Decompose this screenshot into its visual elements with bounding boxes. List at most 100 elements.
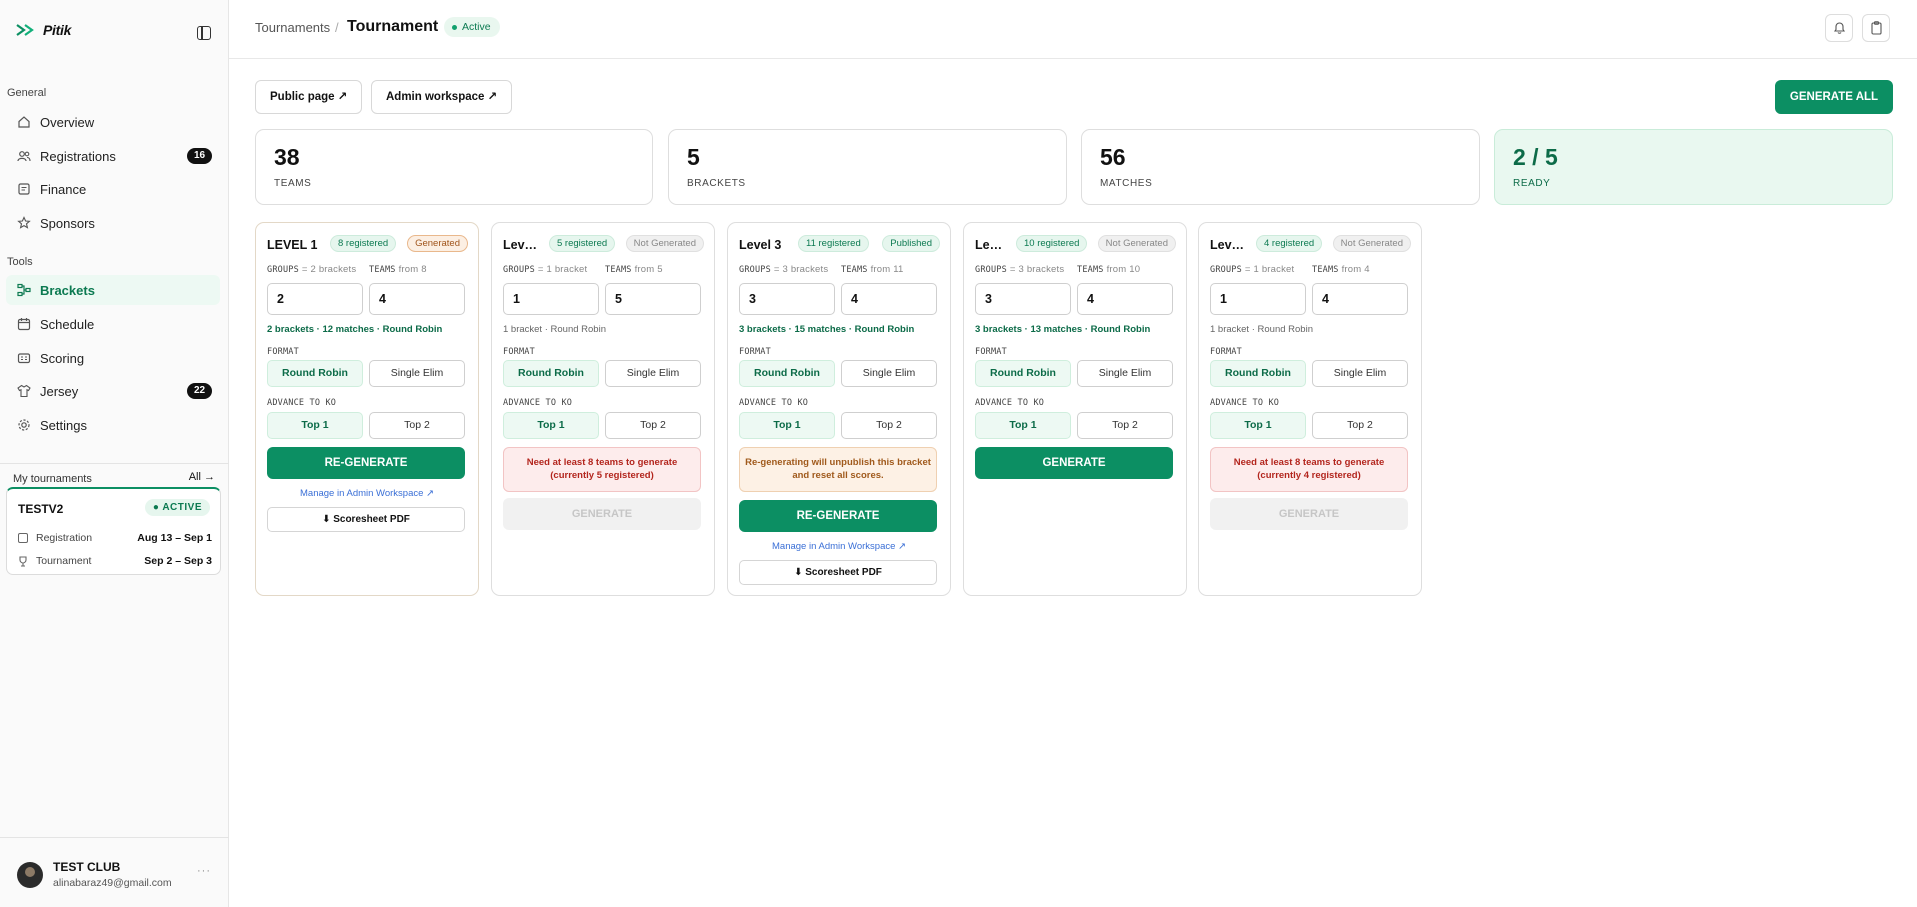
user-email: alinabaraz49@gmail.com bbox=[53, 877, 172, 889]
main-content: Public page ↗ Admin workspace ↗ GENERATE… bbox=[229, 60, 1917, 907]
manage-admin-link[interactable]: Manage in Admin Workspace ↗ bbox=[256, 488, 478, 499]
tournament-dates: Sep 2 – Sep 3 bbox=[144, 555, 212, 567]
bracket-card-level-5: Level 5 4 registered Not Generated GROUP… bbox=[1198, 222, 1422, 596]
regenerate-button[interactable]: RE-GENERATE bbox=[267, 447, 465, 479]
format-single-elim-option[interactable]: Single Elim bbox=[605, 360, 701, 387]
breadcrumb-separator: / bbox=[335, 20, 339, 35]
groups-input[interactable]: 1 bbox=[1210, 283, 1306, 315]
notifications-button[interactable] bbox=[1825, 14, 1853, 42]
groups-input[interactable]: 3 bbox=[975, 283, 1071, 315]
advance-top2-option[interactable]: Top 2 bbox=[1077, 412, 1173, 439]
generate-all-button[interactable]: GENERATE ALL bbox=[1775, 80, 1893, 114]
tournament-label: Tournament bbox=[36, 555, 92, 567]
sidebar-item-finance[interactable]: Finance bbox=[6, 174, 220, 204]
stat-label: BRACKETS bbox=[687, 178, 746, 189]
registration-label: Registration bbox=[36, 532, 93, 544]
generate-button[interactable]: GENERATE bbox=[975, 447, 1173, 479]
regenerate-button[interactable]: RE-GENERATE bbox=[739, 500, 937, 532]
groups-label: GROUPS = 3 brackets bbox=[975, 264, 1065, 275]
teams-per-group-input[interactable]: 4 bbox=[841, 283, 937, 315]
sidebar-item-label: Jersey bbox=[40, 383, 79, 399]
format-round-robin-option[interactable]: Round Robin bbox=[739, 360, 835, 387]
section-label-tools: Tools bbox=[7, 256, 33, 268]
sidebar-item-registrations[interactable]: Registrations 16 bbox=[6, 141, 220, 171]
teams-label: TEAMS from 10 bbox=[1077, 264, 1141, 275]
bracket-card-level-4: Level 4 10 registered Not Generated GROU… bbox=[963, 222, 1187, 596]
brand-logo[interactable]: Pitik bbox=[16, 22, 71, 38]
groups-input[interactable]: 1 bbox=[503, 283, 599, 315]
teams-per-group-input[interactable]: 4 bbox=[1077, 283, 1173, 315]
user-profile[interactable]: TEST CLUB alinabaraz49@gmail.com ··· bbox=[0, 837, 229, 907]
more-icon[interactable]: ··· bbox=[197, 865, 211, 877]
teams-label: TEAMS from 11 bbox=[841, 264, 904, 275]
sidebar-item-schedule[interactable]: Schedule bbox=[6, 309, 220, 339]
sidebar-toggle-icon[interactable] bbox=[197, 26, 211, 40]
stat-label: MATCHES bbox=[1100, 178, 1153, 189]
format-single-elim-option[interactable]: Single Elim bbox=[369, 360, 465, 387]
bracket-summary: 2 brackets · 12 matches · Round Robin bbox=[267, 324, 443, 335]
bracket-title: LEVEL 1 bbox=[267, 238, 318, 252]
admin-workspace-button[interactable]: Admin workspace ↗ bbox=[371, 80, 513, 114]
sidebar-item-label: Brackets bbox=[40, 282, 95, 298]
format-single-elim-option[interactable]: Single Elim bbox=[1077, 360, 1173, 387]
advance-label: ADVANCE TO KO bbox=[503, 398, 573, 408]
bell-icon bbox=[1833, 22, 1846, 34]
receipt-icon bbox=[18, 183, 30, 195]
format-round-robin-option[interactable]: Round Robin bbox=[1210, 360, 1306, 387]
sidebar-item-brackets[interactable]: Brackets bbox=[6, 275, 220, 305]
format-round-robin-option[interactable]: Round Robin bbox=[503, 360, 599, 387]
groups-input[interactable]: 3 bbox=[739, 283, 835, 315]
advance-top1-option[interactable]: Top 1 bbox=[267, 412, 363, 439]
sidebar-item-label: Registrations bbox=[40, 148, 116, 164]
teams-label: TEAMS from 8 bbox=[369, 264, 427, 275]
advance-top2-option[interactable]: Top 2 bbox=[605, 412, 701, 439]
sidebar-item-sponsors[interactable]: Sponsors bbox=[6, 208, 220, 238]
clipboard-button[interactable] bbox=[1862, 14, 1890, 42]
advance-label: ADVANCE TO KO bbox=[739, 398, 809, 408]
groups-input[interactable]: 2 bbox=[267, 283, 363, 315]
format-round-robin-option[interactable]: Round Robin bbox=[975, 360, 1071, 387]
stat-card-brackets: 5 BRACKETS bbox=[668, 129, 1067, 205]
advance-top2-option[interactable]: Top 2 bbox=[841, 412, 937, 439]
calendar-icon bbox=[18, 533, 28, 543]
scoresheet-pdf-button[interactable]: ⬇ Scoresheet PDF bbox=[267, 507, 465, 532]
sidebar-item-label: Overview bbox=[40, 114, 95, 130]
advance-top1-option[interactable]: Top 1 bbox=[975, 412, 1071, 439]
format-single-elim-option[interactable]: Single Elim bbox=[841, 360, 937, 387]
scoresheet-pdf-button[interactable]: ⬇ Scoresheet PDF bbox=[739, 560, 937, 585]
bracket-summary: 3 brackets · 13 matches · Round Robin bbox=[975, 324, 1151, 335]
sidebar: Pitik General Overview Registrations 16 … bbox=[0, 0, 229, 907]
unpublish-warning: Re-generating will unpublish this bracke… bbox=[739, 447, 937, 492]
format-round-robin-option[interactable]: Round Robin bbox=[267, 360, 363, 387]
all-tournaments-link[interactable]: All → bbox=[189, 471, 215, 483]
format-label: FORMAT bbox=[503, 347, 535, 357]
manage-admin-link[interactable]: Manage in Admin Workspace ↗ bbox=[728, 541, 950, 552]
sidebar-item-settings[interactable]: Settings bbox=[6, 410, 220, 440]
teams-per-group-input[interactable]: 4 bbox=[1312, 283, 1408, 315]
advance-top1-option[interactable]: Top 1 bbox=[739, 412, 835, 439]
stat-card-matches: 56 MATCHES bbox=[1081, 129, 1480, 205]
teams-per-group-input[interactable]: 5 bbox=[605, 283, 701, 315]
advance-top2-option[interactable]: Top 2 bbox=[1312, 412, 1408, 439]
advance-top1-option[interactable]: Top 1 bbox=[503, 412, 599, 439]
bracket-status-badge: Not Generated bbox=[1097, 235, 1176, 252]
breadcrumb-tournaments[interactable]: Tournaments bbox=[255, 20, 330, 35]
bracket-status-badge: Not Generated bbox=[1332, 235, 1411, 252]
bracket-summary: 1 bracket · Round Robin bbox=[503, 324, 606, 335]
stat-value: 2 / 5 bbox=[1513, 144, 1558, 170]
bracket-title: Level 4 bbox=[975, 238, 1009, 252]
status-badge: ● ACTIVE bbox=[144, 499, 210, 516]
format-single-elim-option[interactable]: Single Elim bbox=[1312, 360, 1408, 387]
sidebar-item-overview[interactable]: Overview bbox=[6, 107, 220, 137]
stat-card-teams: 38 TEAMS bbox=[255, 129, 653, 205]
registration-dates: Aug 13 – Sep 1 bbox=[137, 532, 212, 544]
advance-top2-option[interactable]: Top 2 bbox=[369, 412, 465, 439]
public-page-button[interactable]: Public page ↗ bbox=[255, 80, 363, 114]
teams-per-group-input[interactable]: 4 bbox=[369, 283, 465, 315]
advance-label: ADVANCE TO KO bbox=[1210, 398, 1280, 408]
sidebar-item-scoring[interactable]: Scoring bbox=[6, 343, 220, 373]
clipboard-icon bbox=[1871, 21, 1882, 35]
sidebar-item-jersey[interactable]: Jersey 22 bbox=[6, 376, 220, 406]
tournament-card[interactable]: TESTV2 ● ACTIVE Registration Aug 13 – Se… bbox=[6, 487, 221, 575]
advance-top1-option[interactable]: Top 1 bbox=[1210, 412, 1306, 439]
